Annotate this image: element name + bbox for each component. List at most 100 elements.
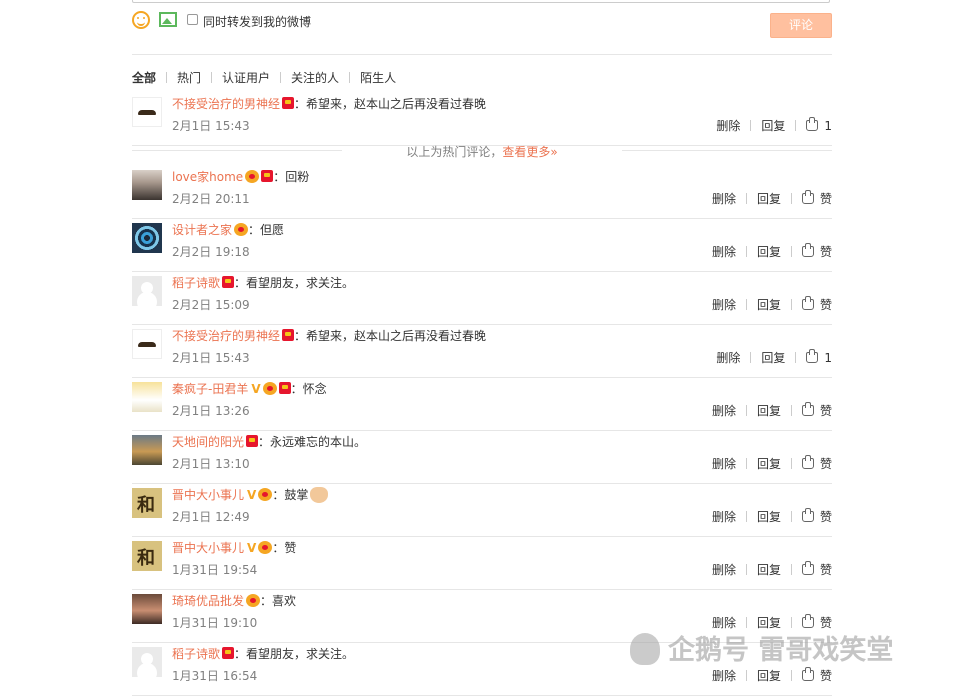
composer-textarea-border[interactable] [132,0,830,3]
comment-text: ：看望朋友，求关注。 [234,276,355,290]
delete-button[interactable]: 删除 [712,563,736,577]
reply-button[interactable]: 回复 [761,119,785,133]
delete-button[interactable]: 删除 [712,510,736,524]
reply-button[interactable]: 回复 [757,457,781,471]
comment-time: 2月2日 15:09 [172,298,250,312]
comment-submit-button[interactable]: 评论 [770,13,832,38]
like-button[interactable]: 赞 [801,561,832,577]
comment-actions: 删除 回复 赞 [712,667,832,684]
comment-line: 琦琦优品批发 ：喜欢 [172,592,296,609]
filter-tabs: 全部 热门 认证用户 关注的人 陌生人 [132,69,396,86]
tab-following[interactable]: 关注的人 [291,71,339,85]
comment-text: ：但愿 [248,223,285,237]
action-divider [790,511,792,522]
tab-all[interactable]: 全部 [132,71,156,85]
comment-author[interactable]: 秦疯子-田君羊 [172,382,248,396]
avatar[interactable] [132,382,162,412]
like-button[interactable]: 1 [806,349,832,365]
action-divider [790,193,792,204]
reply-button[interactable]: 回复 [757,245,781,259]
like-button[interactable]: 赞 [801,296,832,312]
reply-button[interactable]: 回复 [757,192,781,206]
action-divider [790,458,792,469]
comment-text: ：怀念 [290,382,327,396]
like-button[interactable]: 1 [806,117,832,133]
like-button[interactable]: 赞 [801,667,832,683]
delete-button[interactable]: 删除 [712,245,736,259]
delete-button[interactable]: 删除 [712,192,736,206]
action-divider [745,670,747,681]
smiley-icon[interactable] [132,11,150,29]
avatar[interactable] [132,223,162,253]
avatar[interactable] [132,594,162,624]
action-divider [790,405,792,416]
thumbs-up-icon [801,243,814,257]
like-button[interactable]: 赞 [801,402,832,418]
avatar[interactable] [132,647,162,677]
reply-button[interactable]: 回复 [757,563,781,577]
comment-actions: 删除 回复 赞 [712,561,832,578]
divider [132,54,832,55]
reply-button[interactable]: 回复 [757,669,781,683]
comment-author[interactable]: 设计者之家 [172,223,232,237]
tab-verified[interactable]: 认证用户 [222,71,270,85]
comment-line: 晋中大小事儿 V ：鼓掌 [172,486,329,503]
image-icon[interactable] [159,12,177,27]
reply-button[interactable]: 回复 [757,404,781,418]
delete-button[interactable]: 删除 [712,669,736,683]
thumbs-up-icon [801,561,814,575]
watermark: 企鹅号 雷哥戏笑堂 [630,628,893,667]
delete-button[interactable]: 删除 [716,119,740,133]
comment-item: 天地间的阳光 ：永远难忘的本山。 2月1日 13:10 删除 回复 赞 [132,431,832,484]
avatar[interactable] [132,276,162,306]
comment-author[interactable]: 天地间的阳光 [172,435,244,449]
thumbs-up-icon [801,667,814,681]
like-button[interactable]: 赞 [801,455,832,471]
comment-time: 2月1日 15:43 [172,351,250,365]
avatar[interactable] [132,97,162,127]
red-envelope-icon [261,170,274,182]
reply-button[interactable]: 回复 [761,351,785,365]
comment-item: 设计者之家 ：但愿 2月2日 19:18 删除 回复 赞 [132,219,832,272]
comment-time: 2月2日 19:18 [172,245,250,259]
vip-icon: V [247,488,257,502]
like-button[interactable]: 赞 [801,190,832,206]
avatar[interactable] [132,170,162,200]
comment-author[interactable]: love家home [172,170,243,184]
forward-checkbox[interactable] [187,14,198,25]
comment-actions: 删除 回复 1 [716,349,832,366]
action-divider [790,246,792,257]
reply-button[interactable]: 回复 [757,510,781,524]
view-more-link[interactable]: 查看更多» [502,145,557,159]
delete-button[interactable]: 删除 [712,457,736,471]
comment-author[interactable]: 稻子诗歌 [172,276,220,290]
reply-button[interactable]: 回复 [757,298,781,312]
delete-button[interactable]: 删除 [716,351,740,365]
tab-hot[interactable]: 热门 [177,71,201,85]
comment-item: 晋中大小事儿V ：赞 1月31日 19:54 删除 回复 赞 [132,537,832,590]
avatar[interactable] [132,488,162,518]
comment-author[interactable]: 不接受治疗的男神经 [172,97,280,111]
comment-author[interactable]: 不接受治疗的男神经 [172,329,280,343]
delete-button[interactable]: 删除 [712,298,736,312]
avatar[interactable] [132,435,162,465]
like-count: 赞 [819,457,832,471]
like-button[interactable]: 赞 [801,243,832,259]
tab-strangers[interactable]: 陌生人 [360,71,396,85]
action-divider [790,617,792,628]
comment-text: ：鼓掌 [272,488,309,502]
comment-author[interactable]: 稻子诗歌 [172,647,220,661]
avatar[interactable] [132,329,162,359]
comment-author[interactable]: 琦琦优品批发 [172,594,244,608]
comment-author[interactable]: 晋中大小事儿 [172,541,244,555]
delete-button[interactable]: 删除 [712,404,736,418]
like-button[interactable]: 赞 [801,508,832,524]
comment-item: love家home ：回粉 2月2日 20:11 删除 回复 赞 [132,166,832,219]
comment-author[interactable]: 晋中大小事儿 [172,488,244,502]
red-envelope-icon [278,382,291,394]
medal-icon [258,488,273,501]
like-count: 1 [824,351,832,365]
avatar[interactable] [132,541,162,571]
comment-time: 1月31日 19:54 [172,563,258,577]
like-count: 赞 [819,298,832,312]
